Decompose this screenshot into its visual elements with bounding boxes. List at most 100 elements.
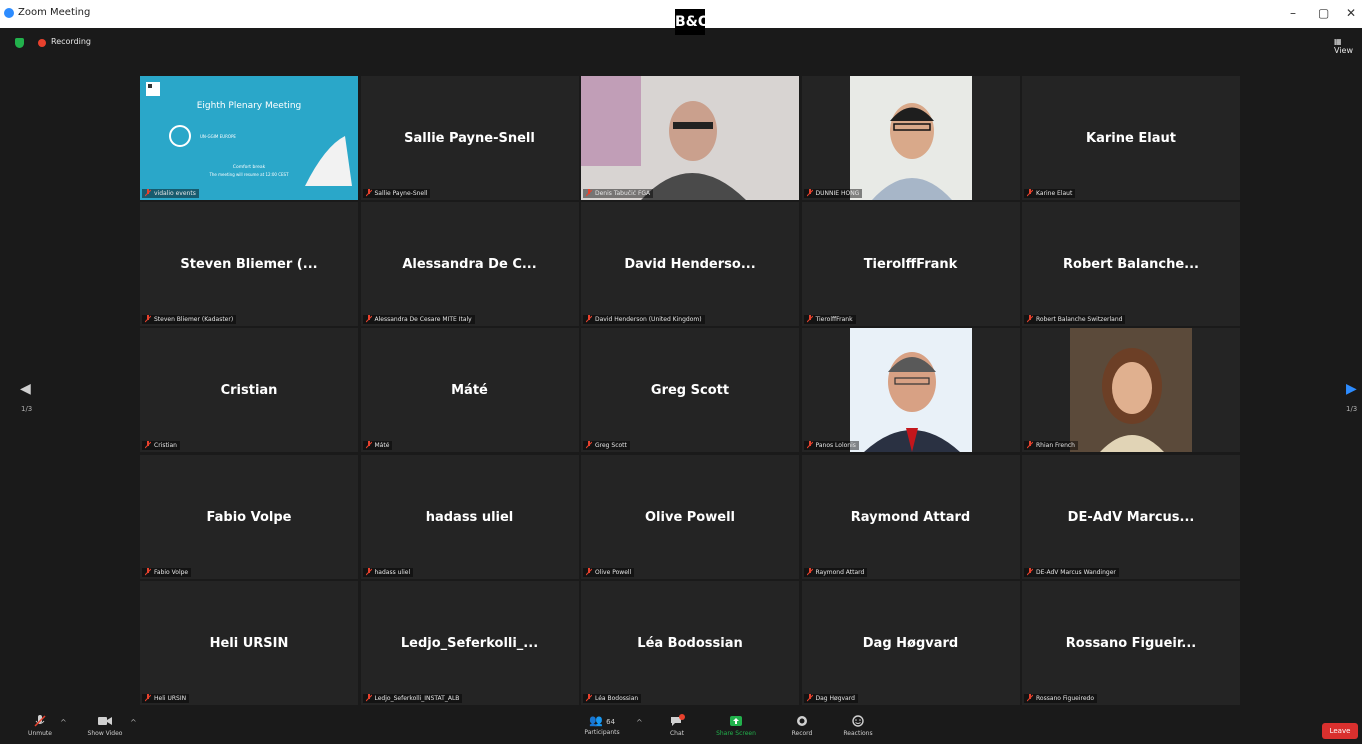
participant-tile[interactable]: Karine Elaut Karine Elaut — [1022, 76, 1240, 200]
participant-tile[interactable]: Dag Høgvard Dag Høgvard — [801, 580, 1020, 705]
muted-mic-icon — [145, 567, 151, 575]
participant-name-tag: Sallie Payne-Snell — [362, 189, 431, 198]
reactions-smiley-icon — [852, 715, 864, 727]
title-bar: Zoom Meeting B&O – ▢ ✕ — [0, 0, 1362, 35]
participant-name-tag-label: hadass uliel — [374, 568, 411, 576]
show-video-label: Show Video — [87, 730, 123, 737]
participant-name-tag: Fabio Volpe — [142, 567, 192, 577]
muted-mic-icon — [1027, 441, 1033, 449]
participant-name-tag: Rossano Figueiredo — [1024, 693, 1098, 703]
participant-name-tag-label: Sallie Payne-Snell — [374, 190, 428, 197]
participant-display-name: Rossano Figueir... — [1065, 635, 1197, 651]
next-page-icon[interactable]: ▶ — [1346, 381, 1357, 397]
participant-name-tag-label: Léa Bodossian — [595, 694, 639, 702]
participant-tile[interactable]: Olive Powell Olive Powell — [581, 454, 799, 579]
muted-mic-icon — [365, 693, 372, 702]
participant-tile[interactable]: Ledjo_Seferkolli_... Ledjo_Seferkolli_INS… — [360, 580, 579, 705]
participant-tile[interactable]: Rossano Figueir... Rossano Figueiredo — [1022, 580, 1240, 705]
participant-name-tag: Raymond Attard — [803, 567, 868, 577]
participant-tile[interactable]: David Henderso... David Henderson (United… — [581, 202, 799, 327]
participant-name-tag: Denis Tabučić FGA — [583, 189, 654, 198]
participant-tile[interactable]: DUNNIE HONG — [801, 76, 1020, 200]
share-screen-button[interactable]: Share Screen — [710, 714, 762, 737]
participant-name-tag-label: Máté — [374, 442, 390, 450]
muted-mic-icon — [145, 189, 151, 197]
participant-display-name: Cristian — [220, 383, 278, 399]
close-button[interactable]: ✕ — [1346, 6, 1356, 20]
participant-tile[interactable]: Steven Bliemer (... Steven Bliemer (Kadas… — [140, 202, 358, 327]
participant-tile[interactable]: Denis Tabučić FGA — [581, 76, 799, 200]
participant-name-tag-label: Raymond Attard — [815, 568, 865, 576]
video-camera-icon — [98, 717, 112, 725]
participant-video-frame — [801, 76, 1020, 200]
participants-options-icon[interactable]: ^ — [636, 718, 643, 727]
participant-tile[interactable]: Léa Bodossian Léa Bodossian — [581, 580, 799, 705]
unmute-label: Unmute — [28, 730, 52, 737]
participant-name-tag: Ledjo_Seferkolli_INSTAT_ALB — [362, 693, 463, 703]
participant-tile[interactable]: Máté Máté — [360, 328, 579, 453]
participant-tile[interactable]: Eighth Plenary Meeting UN-GGIM EUROPE Co… — [140, 76, 358, 200]
participant-name-tag: Léa Bodossian — [583, 693, 642, 703]
shared-slide-thumbnail: Eighth Plenary Meeting UN-GGIM EUROPE Co… — [140, 76, 358, 200]
participant-name-tag-label: DUNNIE HONG — [815, 190, 860, 197]
meeting-status-bar — [0, 28, 1362, 54]
right-page-indicator: 1/3 — [1346, 405, 1358, 413]
participant-name-tag: DE-AdV Marcus Wandinger — [1024, 567, 1119, 577]
participants-label: Participants — [584, 729, 620, 736]
muted-mic-icon — [806, 693, 813, 702]
participant-name-tag: vidalio events — [142, 189, 199, 198]
audio-options-icon[interactable]: ^ — [60, 718, 67, 727]
participant-name-tag-label: Fabio Volpe — [154, 568, 189, 576]
participant-tile[interactable]: Alessandra De C... Alessandra De Cesare M… — [360, 202, 579, 327]
participant-tile[interactable]: Raymond Attard Raymond Attard — [801, 454, 1020, 579]
participant-name-tag-label: Rossano Figueiredo — [1036, 694, 1095, 702]
participant-name-tag: Rhian French — [1024, 441, 1078, 451]
participant-name-tag: David Henderson (United Kingdom) — [583, 315, 705, 325]
chat-button[interactable]: Chat — [660, 714, 694, 737]
participant-name-tag: Dag Høgvard — [803, 693, 858, 703]
security-shield-icon[interactable] — [15, 38, 24, 48]
recording-label[interactable]: Recording — [51, 37, 91, 46]
participant-tile[interactable]: Greg Scott Greg Scott — [581, 328, 799, 453]
participant-tile[interactable]: Robert Balanche... Robert Balanche Switze… — [1022, 202, 1240, 327]
participant-name-tag-label: Panos Lolonis — [815, 442, 856, 450]
participant-name-tag-label: vidalio events — [154, 190, 196, 197]
minimize-button[interactable]: – — [1290, 6, 1296, 20]
participant-tile[interactable]: Heli URSIN Heli URSIN — [140, 580, 358, 705]
muted-mic-icon — [806, 567, 813, 575]
record-label: Record — [791, 730, 813, 737]
previous-page-icon[interactable]: ◀ — [20, 381, 31, 397]
participant-tile[interactable]: Cristian Cristian — [140, 328, 358, 453]
muted-mic-icon — [586, 189, 592, 197]
slide-line2: The meeting will resume at 12:00 CEST — [208, 172, 289, 177]
participant-tile[interactable]: Fabio Volpe Fabio Volpe — [140, 454, 358, 579]
participants-icon: 👥 64 — [588, 714, 616, 727]
start-video-button[interactable]: Show Video — [82, 714, 128, 737]
participant-display-name: Dag Høgvard — [862, 635, 959, 651]
muted-mic-icon — [1027, 315, 1033, 323]
leave-button[interactable]: Leave — [1322, 723, 1358, 739]
participant-tile[interactable]: Rhian French — [1022, 328, 1240, 453]
video-options-icon[interactable]: ^ — [130, 718, 137, 727]
participant-name-tag: Panos Lolonis — [803, 441, 859, 451]
participant-tile[interactable]: DE-AdV Marcus... DE-AdV Marcus Wandinger — [1022, 454, 1240, 579]
participants-button[interactable]: 👥 64 Participants — [578, 714, 626, 736]
muted-mic-icon — [145, 315, 151, 323]
participant-tile[interactable]: Panos Lolonis — [801, 328, 1020, 453]
view-label: View — [1334, 46, 1353, 55]
unmute-button[interactable]: Unmute — [20, 714, 60, 737]
participant-tile[interactable]: TierolffFrank TierolffFrank — [801, 202, 1020, 327]
share-screen-label: Share Screen — [716, 730, 756, 737]
reactions-button[interactable]: Reactions — [836, 714, 880, 737]
participant-display-name: Robert Balanche... — [1063, 257, 1199, 273]
record-button[interactable]: Record — [784, 714, 820, 737]
left-page-indicator: 1/3 — [21, 405, 33, 413]
maximize-button[interactable]: ▢ — [1318, 6, 1329, 20]
participant-name-tag-label: Dag Høgvard — [815, 694, 855, 702]
participant-tile[interactable]: hadass uliel hadass uliel — [360, 454, 579, 579]
participant-name-tag-label: Cristian — [154, 442, 177, 450]
muted-mic-icon — [365, 189, 372, 197]
participant-tile[interactable]: Sallie Payne-Snell Sallie Payne-Snell — [360, 76, 579, 200]
participant-name-tag: hadass uliel — [362, 567, 414, 577]
view-button[interactable]: ▦ View — [1334, 37, 1362, 55]
